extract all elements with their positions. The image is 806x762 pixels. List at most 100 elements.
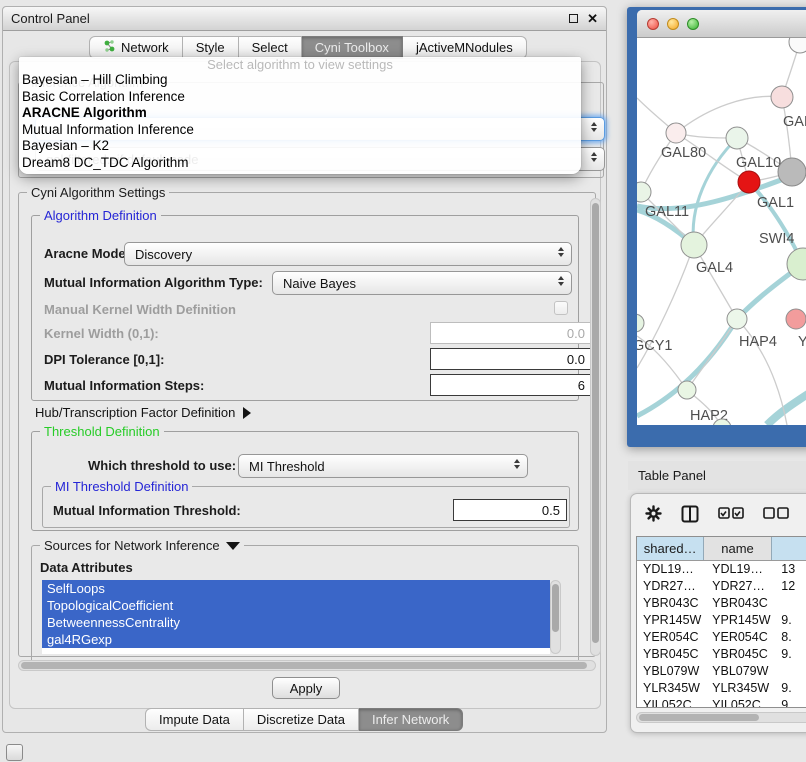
split-view-icon[interactable]: [681, 505, 699, 526]
dpi-tolerance-field[interactable]: [430, 348, 592, 370]
settings-horizontal-scrollbar[interactable]: [18, 660, 596, 671]
network-edge[interactable]: [687, 319, 737, 390]
zoom-window-icon[interactable]: [687, 18, 699, 30]
which-threshold-combo[interactable]: MI Threshold: [238, 454, 528, 478]
tab-cyni-toolbox[interactable]: Cyni Toolbox: [302, 36, 403, 59]
table-panel-title: Table Panel: [638, 468, 706, 483]
kernel-width-field[interactable]: [430, 322, 592, 344]
mi-algorithm-type-combo[interactable]: Naive Bayes: [272, 271, 572, 295]
network-node-gal1[interactable]: [738, 171, 760, 193]
network-edge[interactable]: [676, 96, 782, 133]
network-window-titlebar[interactable]: [637, 10, 806, 38]
aracne-mode-value: Discovery: [135, 247, 192, 262]
manual-kernel-width-label: Manual Kernel Width Definition: [44, 302, 236, 317]
table-cell: 9.: [775, 680, 806, 697]
mi-steps-field[interactable]: [430, 374, 592, 396]
table-cell: YBR045C: [706, 646, 775, 663]
tab-select[interactable]: Select: [239, 36, 302, 59]
tab-network[interactable]: Network: [89, 36, 183, 59]
table-panel-titlebar: Table Panel: [628, 461, 806, 490]
network-node-gal10[interactable]: [726, 127, 748, 149]
attribute-item-selfloops[interactable]: SelfLoops: [42, 580, 550, 597]
table-row[interactable]: YDR27…YDR27…12: [637, 578, 806, 595]
node-label-gal80: GAL80: [661, 145, 706, 161]
stepper-arrows-icon: [514, 459, 520, 469]
network-node-gal80[interactable]: [666, 123, 686, 143]
network-canvas[interactable]: GAL7GAL80GAL10GAL1GAL11SWI4GAL4GCY1HAP4Y…: [637, 38, 806, 425]
column-header-name[interactable]: name: [704, 537, 771, 560]
control-panel-tabbar: Network Style SelectCyni ToolboxjActiveMNo…: [89, 36, 527, 59]
float-panel-icon[interactable]: [569, 14, 578, 23]
tab-style[interactable]: Style: [183, 36, 239, 59]
dropdown-item-bayesian-hill-climbing[interactable]: Bayesian – Hill Climbing: [19, 72, 581, 89]
network-node-hap2[interactable]: [678, 381, 696, 399]
data-attributes-list[interactable]: SelfLoopsTopologicalCoefficientBetweenne…: [42, 580, 550, 654]
table-row[interactable]: YIL052CYIL052C9: [637, 697, 806, 708]
table-cell: 8.: [775, 629, 806, 646]
tab-infer-network[interactable]: Infer Network: [359, 708, 463, 731]
dropdown-item-bayesian-k2[interactable]: Bayesian – K2: [19, 138, 581, 155]
attribute-item-betweennesscentrality[interactable]: BetweennessCentrality: [42, 614, 550, 631]
network-icon: [103, 39, 116, 56]
network-node-y[interactable]: [786, 309, 806, 329]
dropdown-item-basic-correlation-inference[interactable]: Basic Correlation Inference: [19, 89, 581, 106]
tab-label: Style: [196, 40, 225, 55]
manual-kernel-width-checkbox[interactable]: [554, 301, 568, 315]
table-row[interactable]: YDL19…YDL19…13: [637, 561, 806, 578]
node-table[interactable]: shared…nameA YDL19…YDL19…13YDR27…YDR27…1…: [636, 536, 806, 708]
table-row[interactable]: YBL079WYBL079W: [637, 663, 806, 680]
tab-impute-data[interactable]: Impute Data: [145, 708, 244, 731]
attributes-scrollbar[interactable]: [550, 580, 561, 654]
table-cell: YDR27…: [706, 578, 775, 595]
network-node-gal4[interactable]: [681, 232, 707, 258]
table-cell: YPR145W: [706, 612, 775, 629]
table-row[interactable]: YBR045CYBR045C9.: [637, 646, 806, 663]
node-label-gal4: GAL4: [696, 260, 733, 276]
table-row[interactable]: YER054CYER054C8.: [637, 629, 806, 646]
table-toolbar: [645, 502, 806, 528]
table-cell: 9.: [775, 646, 806, 663]
network-window: GAL7GAL80GAL10GAL1GAL11SWI4GAL4GCY1HAP4Y…: [637, 10, 806, 425]
network-node[interactable]: [789, 38, 806, 53]
select-all-icon[interactable]: [718, 507, 744, 523]
table-cell: YBR043C: [637, 595, 706, 612]
dock-panel-icon[interactable]: [6, 744, 23, 761]
sources-label-wrap[interactable]: Sources for Network Inference: [40, 538, 244, 553]
table-row[interactable]: YBR043CYBR043C: [637, 595, 806, 612]
close-icon[interactable]: ✕: [587, 12, 598, 25]
mi-threshold-label: Mutual Information Threshold:: [53, 503, 241, 518]
close-window-icon[interactable]: [647, 18, 659, 30]
attribute-item-topologicalcoefficient[interactable]: TopologicalCoefficient: [42, 597, 550, 614]
network-node-hap4[interactable]: [727, 309, 747, 329]
settings-vertical-scrollbar[interactable]: [590, 198, 601, 656]
minimize-window-icon[interactable]: [667, 18, 679, 30]
table-horizontal-scrollbar[interactable]: [636, 712, 806, 723]
gear-icon[interactable]: [645, 505, 662, 525]
dropdown-item-mutual-information-inference[interactable]: Mutual Information Inference: [19, 122, 581, 139]
mi-threshold-field[interactable]: [453, 499, 567, 521]
network-node-gcy1[interactable]: [637, 314, 644, 332]
table-cell: YLR345W: [637, 680, 706, 697]
control-panel: Control Panel ✕ NetworkStyleSelectCyni T…: [2, 6, 607, 733]
apply-button[interactable]: Apply: [272, 677, 340, 699]
which-threshold-label: Which threshold to use:: [88, 458, 236, 473]
column-header-shared[interactable]: shared…: [637, 537, 704, 560]
algorithm-dropdown: Select algorithm to view settings Bayesi…: [19, 57, 581, 174]
stepper-arrows-icon: [558, 247, 564, 257]
deselect-all-icon[interactable]: [763, 507, 789, 523]
table-row[interactable]: YPR145WYPR145W9.: [637, 612, 806, 629]
chevron-right-icon: [243, 407, 251, 419]
tab-jactivemnodules[interactable]: jActiveMNodules: [403, 36, 527, 59]
tab-discretize-data[interactable]: Discretize Data: [244, 708, 359, 731]
dropdown-item-aracne-algorithm[interactable]: ARACNE Algorithm: [19, 105, 581, 122]
tab-label: Discretize Data: [257, 712, 345, 727]
network-node-gal7[interactable]: [771, 86, 793, 108]
dropdown-item-dream8-dc-tdc-algorithm[interactable]: Dream8 DC_TDC Algorithm: [19, 155, 581, 172]
network-edge[interactable]: [637, 319, 737, 416]
aracne-mode-combo[interactable]: Discovery: [124, 242, 572, 266]
table-row[interactable]: YLR345WYLR345W9.: [637, 680, 806, 697]
column-header-a[interactable]: A: [772, 537, 806, 560]
hub-definition-expander[interactable]: Hub/Transcription Factor Definition: [35, 405, 251, 420]
attribute-item-gal4rgexp[interactable]: gal4RGexp: [42, 631, 550, 648]
network-node[interactable]: [778, 158, 806, 186]
